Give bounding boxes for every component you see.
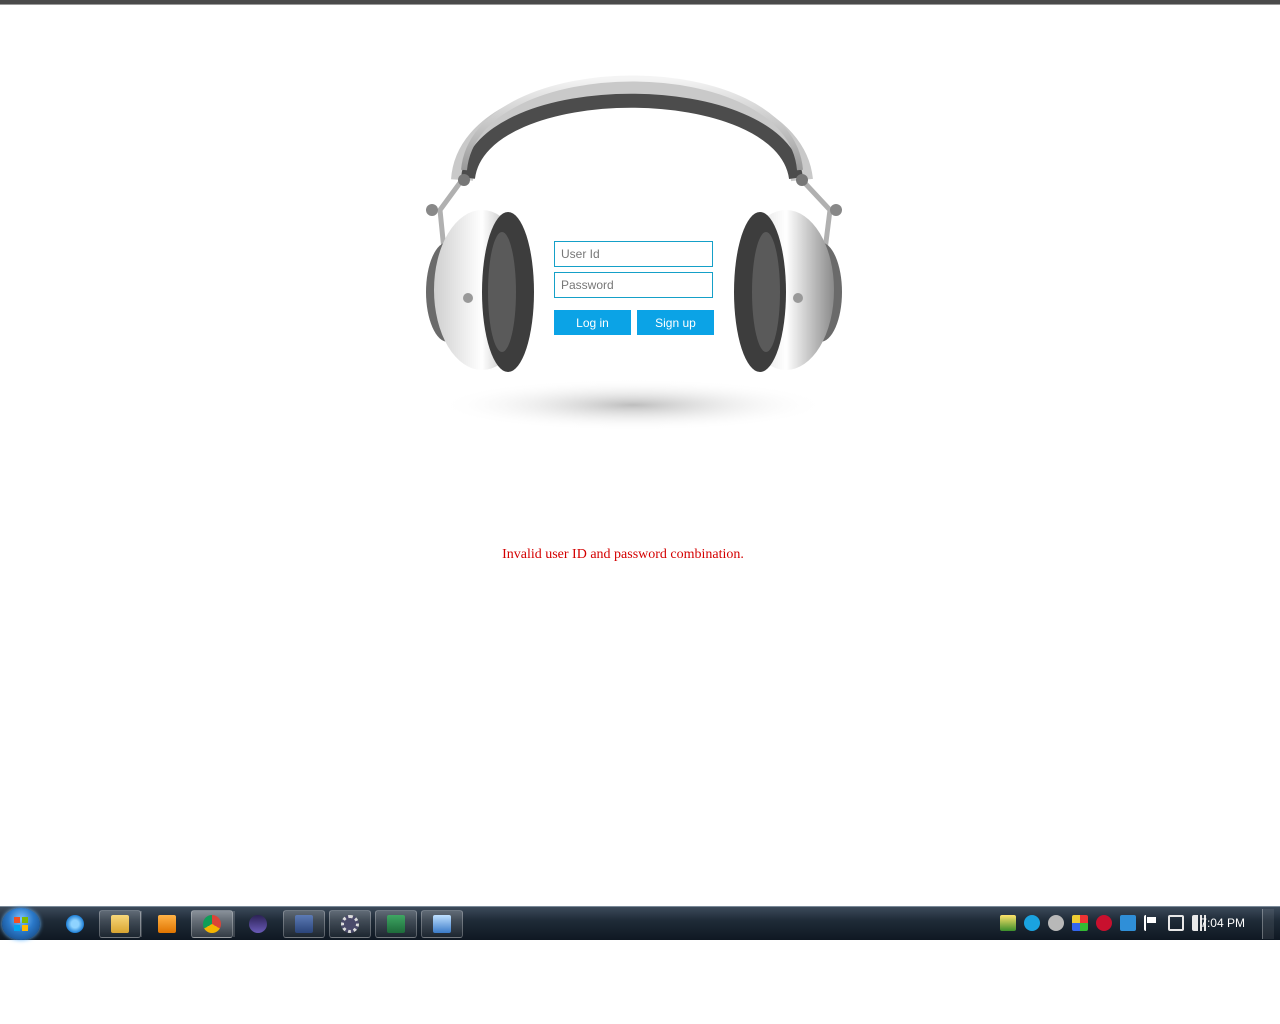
chrome-icon: [203, 915, 221, 933]
taskbar-ie[interactable]: [54, 910, 96, 938]
taskbar-explorer[interactable]: [99, 910, 141, 938]
taskbar-chrome[interactable]: [191, 910, 233, 938]
skype-icon[interactable]: [1024, 915, 1040, 931]
signup-button[interactable]: Sign up: [637, 310, 714, 335]
security-icon[interactable]: [1000, 915, 1016, 931]
folder-icon: [111, 915, 129, 933]
system-tray: [1000, 915, 1208, 931]
start-button[interactable]: [2, 908, 40, 940]
record-icon[interactable]: [1096, 915, 1112, 931]
show-desktop-button[interactable]: [1262, 909, 1274, 939]
password-input[interactable]: [554, 272, 713, 298]
taskbar-separator: [233, 911, 235, 937]
taskbar-app[interactable]: [283, 910, 325, 938]
taskbar-separator: [140, 911, 142, 937]
eclipse-icon: [249, 915, 267, 933]
taskbar-media-player[interactable]: [146, 910, 188, 938]
network-icon[interactable]: [1168, 915, 1184, 931]
taskbar-eclipse[interactable]: [237, 910, 279, 938]
taskbar-excel[interactable]: [375, 910, 417, 938]
cloud-icon[interactable]: [1048, 915, 1064, 931]
flag-icon[interactable]: [1144, 915, 1160, 931]
browser-top-edge: [0, 0, 1280, 5]
bluetooth-icon[interactable]: [1120, 915, 1136, 931]
excel-icon: [387, 915, 405, 933]
app-icon: [295, 915, 313, 933]
headphones-icon: [426, 75, 842, 431]
login-button[interactable]: Log in: [554, 310, 631, 335]
gear-icon: [341, 915, 359, 933]
login-error-message: Invalid user ID and password combination…: [502, 547, 744, 562]
window-icon: [433, 915, 451, 933]
taskbar-clock[interactable]: 7:04 PM: [1200, 916, 1245, 930]
taskbar-settings[interactable]: [329, 910, 371, 938]
login-actions: Log in Sign up: [554, 310, 714, 335]
ie-icon: [66, 915, 84, 933]
headphones-illustration: [420, 20, 850, 440]
windows-taskbar: 7:04 PM: [0, 906, 1280, 940]
media-player-icon: [158, 915, 176, 933]
taskbar-remote-desktop[interactable]: [421, 910, 463, 938]
login-form: Log in Sign up: [554, 241, 714, 335]
network-app-icon[interactable]: [1072, 915, 1088, 931]
user-id-input[interactable]: [554, 241, 713, 267]
